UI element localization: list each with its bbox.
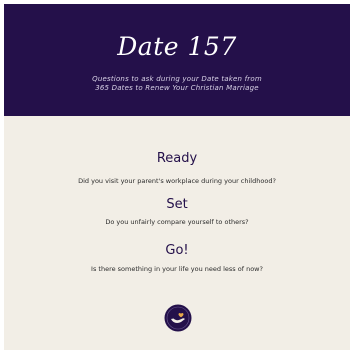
- section-heading-go: Go!: [165, 243, 189, 258]
- section-heading-set: Set: [166, 197, 188, 212]
- question-go: Is there something in your life you need…: [91, 265, 263, 273]
- header-banner: Date 157 Questions to ask during your Da…: [4, 4, 350, 116]
- subtitle-line-2: 365 Dates to Renew Your Christian Marria…: [95, 84, 259, 92]
- hands-heart-icon: [164, 304, 192, 332]
- date-card: Date 157 Questions to ask during your Da…: [4, 4, 350, 350]
- section-heading-ready: Ready: [156, 151, 198, 166]
- subtitle-line-1: Questions to ask during your Date taken …: [92, 75, 262, 83]
- subtitle: Questions to ask during your Date taken …: [34, 75, 320, 93]
- page-title: Date 157: [117, 32, 237, 61]
- question-ready: Did you visit your parent's workplace du…: [78, 177, 276, 185]
- question-set: Do you unfairly compare yourself to othe…: [105, 218, 249, 226]
